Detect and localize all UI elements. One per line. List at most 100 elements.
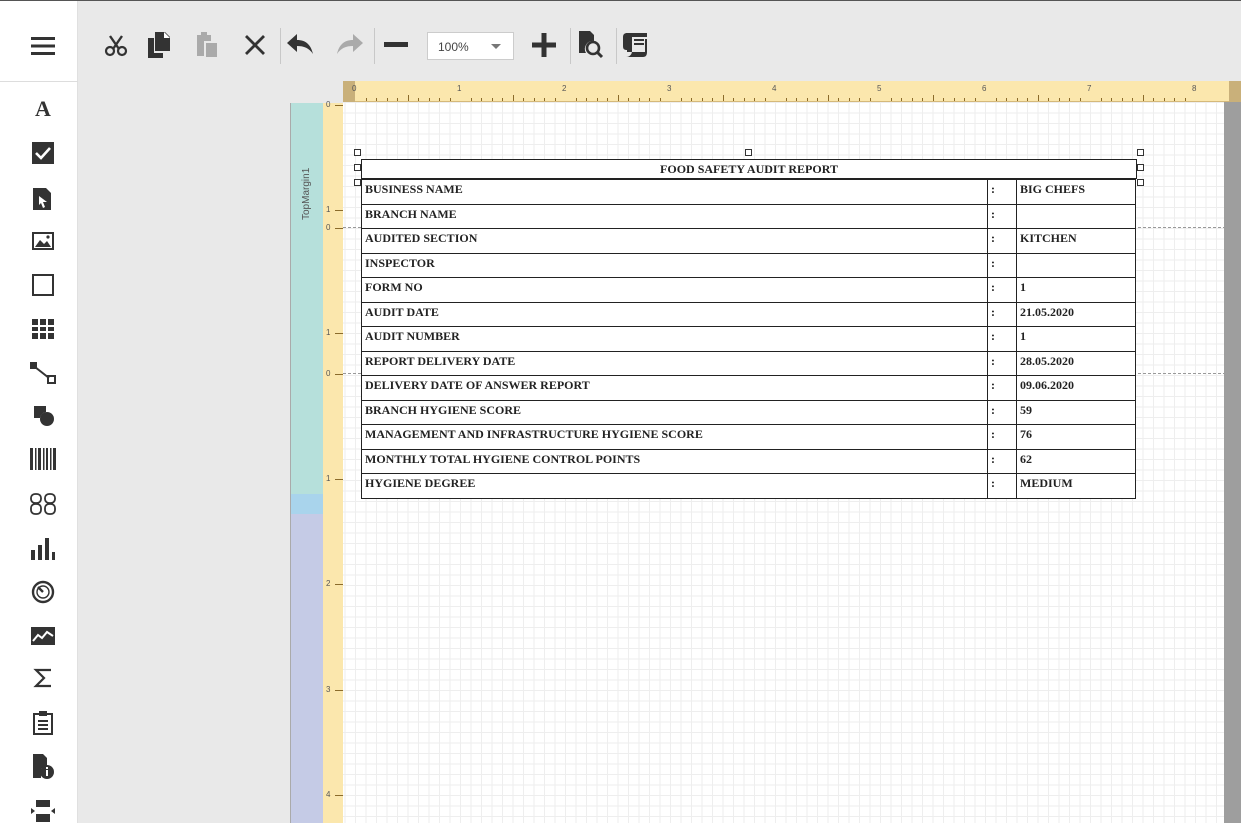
selection-handle[interactable]: [354, 179, 361, 186]
row-separator[interactable]: :: [987, 400, 1017, 426]
ruler-tick: [1069, 98, 1070, 101]
picture-box-icon[interactable]: [28, 226, 58, 256]
ruler-tick: [376, 98, 377, 101]
ruler-tick: [596, 98, 598, 101]
row-separator[interactable]: :: [987, 204, 1017, 230]
selection-handle[interactable]: [745, 149, 752, 156]
row-label[interactable]: DELIVERY DATE OF ANSWER REPORT: [361, 375, 988, 401]
ruler-tick: [785, 98, 787, 101]
shape-icon[interactable]: [28, 400, 58, 430]
zoom-select[interactable]: 100%: [427, 32, 514, 60]
rich-text-icon[interactable]: [28, 184, 58, 214]
selection-handle[interactable]: [354, 164, 361, 171]
menu-icon[interactable]: [28, 31, 58, 61]
row-value[interactable]: 1: [1016, 326, 1136, 352]
toolbar-separator: [374, 28, 375, 64]
sparkline-icon[interactable]: [28, 621, 58, 651]
ruler-mark-label: 2: [562, 84, 567, 93]
ruler-tick: [1079, 98, 1081, 101]
row-value[interactable]: 28.05.2020: [1016, 351, 1136, 377]
ruler-tick: [1142, 95, 1144, 101]
band-top-margin[interactable]: [291, 103, 323, 494]
paste-icon[interactable]: [192, 30, 220, 60]
row-label[interactable]: MONTHLY TOTAL HYGIENE CONTROL POINTS: [361, 449, 988, 475]
row-value[interactable]: 62: [1016, 449, 1136, 475]
row-label[interactable]: INSPECTOR: [361, 253, 988, 279]
barcode-icon[interactable]: [28, 444, 58, 474]
line-icon[interactable]: [28, 358, 58, 388]
script-icon[interactable]: [622, 30, 650, 60]
ruler-tick: [1006, 98, 1007, 101]
row-value[interactable]: 09.06.2020: [1016, 375, 1136, 401]
row-value[interactable]: 1: [1016, 277, 1136, 303]
preview-icon[interactable]: [577, 30, 605, 60]
band-selected[interactable]: [291, 494, 323, 514]
subreport-icon[interactable]: [28, 708, 58, 738]
report-designer: A 100% TopMargin1 0 1 2 3 4 5 6 7 8 0 1 …: [0, 0, 1241, 823]
row-separator[interactable]: :: [987, 277, 1017, 303]
ruler-tick: [628, 98, 629, 101]
row-separator[interactable]: :: [987, 473, 1017, 499]
row-separator[interactable]: :: [987, 326, 1017, 352]
row-separator[interactable]: :: [987, 351, 1017, 377]
redo-icon[interactable]: [336, 30, 364, 60]
report-title[interactable]: FOOD SAFETY AUDIT REPORT: [361, 159, 1137, 179]
character-comb-icon[interactable]: [28, 489, 58, 519]
row-separator[interactable]: :: [987, 253, 1017, 279]
delete-icon[interactable]: [241, 30, 269, 60]
gauge-icon[interactable]: [28, 577, 58, 607]
table-icon[interactable]: [28, 314, 58, 344]
row-value[interactable]: 21.05.2020: [1016, 302, 1136, 328]
row-value[interactable]: BIG CHEFS: [1016, 179, 1136, 205]
ruler-tick: [1100, 98, 1102, 101]
row-label[interactable]: MANAGEMENT AND INFRASTRUCTURE HYGIENE SC…: [361, 424, 988, 450]
ruler-tick: [554, 98, 556, 101]
row-separator[interactable]: :: [987, 179, 1017, 205]
page-info-icon[interactable]: [28, 752, 58, 782]
ruler-mark-label: 6: [982, 84, 987, 93]
cut-icon[interactable]: [102, 30, 130, 60]
chart-icon[interactable]: [28, 534, 58, 564]
chevron-down-icon[interactable]: [491, 44, 501, 49]
row-value[interactable]: MEDIUM: [1016, 473, 1136, 499]
row-label[interactable]: BUSINESS NAME: [361, 179, 988, 205]
text-label-icon[interactable]: A: [28, 92, 58, 122]
row-separator[interactable]: :: [987, 375, 1017, 401]
selection-handle[interactable]: [354, 149, 361, 156]
row-label[interactable]: AUDIT NUMBER: [361, 326, 988, 352]
row-value[interactable]: [1016, 253, 1136, 279]
row-label[interactable]: BRANCH NAME: [361, 204, 988, 230]
ruler-tick: [418, 98, 419, 101]
row-separator[interactable]: :: [987, 424, 1017, 450]
row-label[interactable]: REPORT DELIVERY DATE: [361, 351, 988, 377]
zoom-out-icon[interactable]: [382, 30, 410, 60]
row-value[interactable]: 76: [1016, 424, 1136, 450]
row-separator[interactable]: :: [987, 302, 1017, 328]
row-value[interactable]: 59: [1016, 400, 1136, 426]
selection-handle[interactable]: [1137, 149, 1144, 156]
copy-icon[interactable]: [145, 30, 173, 60]
checkbox-icon[interactable]: [28, 138, 58, 168]
summary-icon[interactable]: [28, 663, 58, 693]
row-separator[interactable]: :: [987, 449, 1017, 475]
band-strip: TopMargin1: [290, 103, 323, 823]
panel-icon[interactable]: [28, 270, 58, 300]
ruler-tick: [1048, 98, 1049, 101]
row-value[interactable]: KITCHEN: [1016, 228, 1136, 254]
row-label[interactable]: HYGIENE DEGREE: [361, 473, 988, 499]
selection-handle[interactable]: [1137, 179, 1144, 186]
selection-handle[interactable]: [1137, 164, 1144, 171]
horizontal-ruler: 0 1 2 3 4 5 6 7 8: [343, 81, 1229, 102]
row-label[interactable]: FORM NO: [361, 277, 988, 303]
row-label[interactable]: BRANCH HYGIENE SCORE: [361, 400, 988, 426]
page-break-icon[interactable]: [28, 796, 58, 823]
ruler-tick: [428, 98, 430, 101]
zoom-in-icon[interactable]: [530, 30, 558, 60]
row-label[interactable]: AUDITED SECTION: [361, 228, 988, 254]
row-value[interactable]: [1016, 204, 1136, 230]
zoom-value: 100%: [438, 40, 469, 54]
undo-icon[interactable]: [286, 30, 314, 60]
row-separator[interactable]: :: [987, 228, 1017, 254]
report-page[interactable]: FOOD SAFETY AUDIT REPORT BUSINESS NAME: B…: [343, 102, 1241, 823]
row-label[interactable]: AUDIT DATE: [361, 302, 988, 328]
